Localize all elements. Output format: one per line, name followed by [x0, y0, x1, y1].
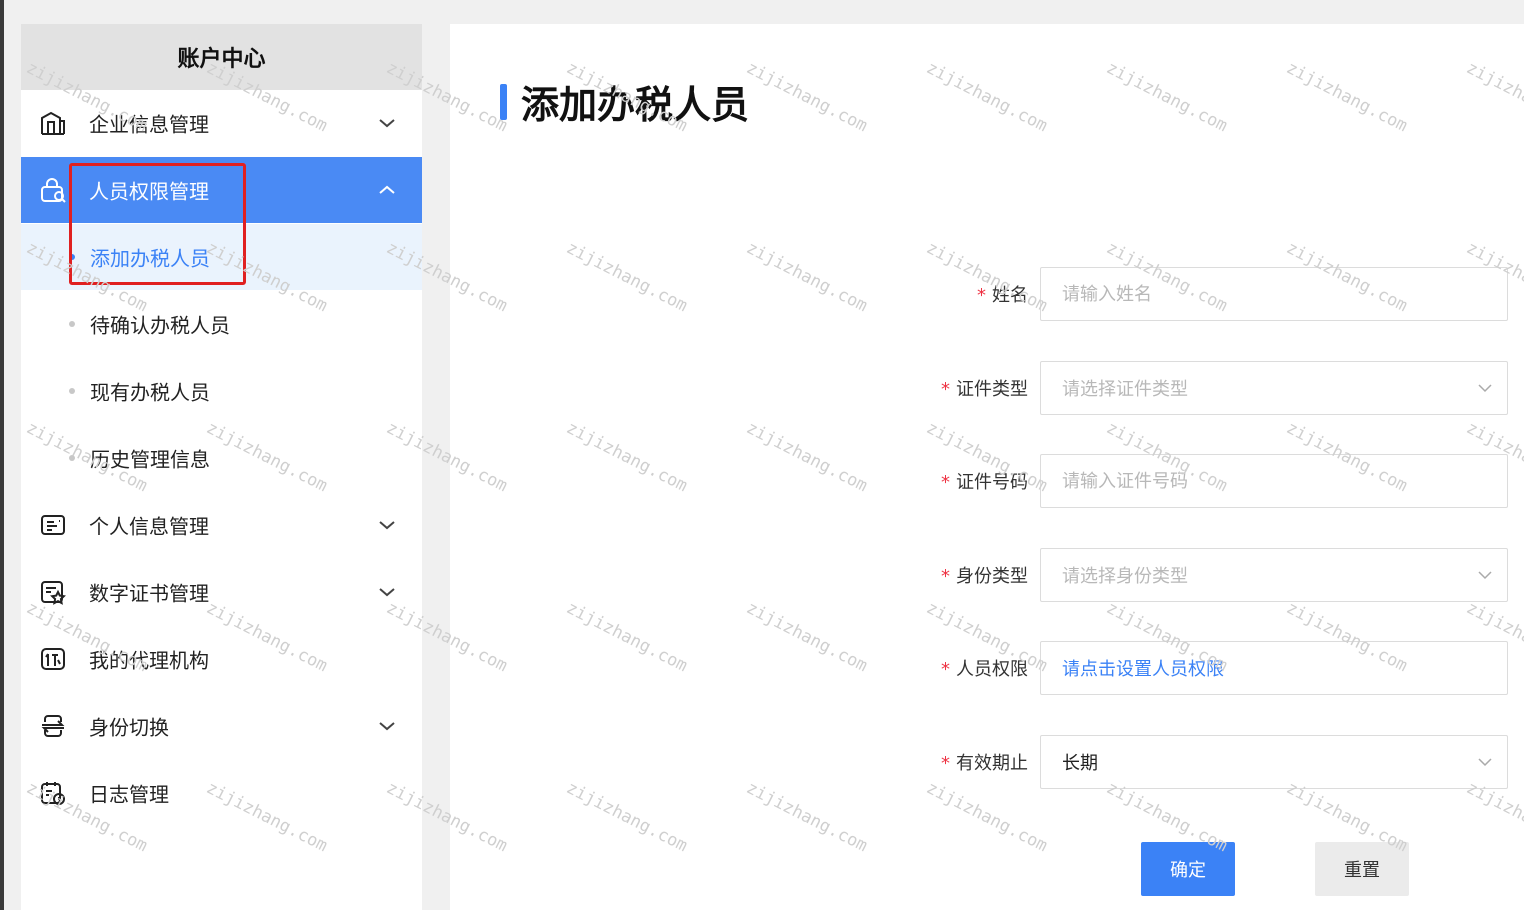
bullet-dot	[69, 455, 75, 461]
menu-item-enterprise-info[interactable]: 企业信息管理	[21, 90, 422, 156]
form-row-name: * 姓名	[450, 267, 1524, 321]
menu-item-log-management[interactable]: 日志管理	[21, 760, 422, 826]
left-window-edge	[0, 0, 4, 910]
select-value: 长期	[1062, 753, 1098, 774]
sidebar-title: 账户中心	[21, 24, 422, 90]
switch-icon	[41, 715, 65, 737]
menu-item-label: 我的代理机构	[89, 648, 209, 673]
menu-item-agency[interactable]: 我的代理机构	[21, 626, 422, 692]
bullet-dot	[69, 254, 75, 260]
permission-field: 请点击设置人员权限	[1040, 641, 1508, 695]
id-type-select[interactable]: 请选择证件类型	[1040, 361, 1508, 415]
submenu-item-add-tax-personnel[interactable]: 添加办税人员	[21, 224, 422, 290]
menu-item-personal-info[interactable]: 个人信息管理	[21, 492, 422, 558]
agency-icon	[41, 648, 65, 670]
identity-type-select[interactable]: 请选择身份类型	[1040, 548, 1508, 602]
chevron-down-icon	[1478, 758, 1492, 767]
submenu-item-label: 现有办税人员	[90, 380, 210, 405]
submenu-item-history[interactable]: 历史管理信息	[21, 425, 422, 491]
form-row-id-type: * 证件类型 请选择证件类型	[450, 361, 1524, 415]
chevron-down-icon[interactable]	[378, 519, 396, 531]
chevron-down-icon	[1478, 571, 1492, 580]
menu-item-personnel-permissions[interactable]: 人员权限管理	[21, 157, 422, 223]
form-row-id-number: * 证件号码	[450, 454, 1524, 508]
select-placeholder: 请选择身份类型	[1062, 566, 1188, 587]
field-label: * 姓名	[977, 285, 1028, 306]
main-panel: 添加办税人员 *姓名 *证件类型 请选择证件类型 *证件号码 *身份类型 请选择…	[450, 24, 1524, 910]
bullet-dot	[69, 388, 75, 394]
bullet-dot	[69, 321, 75, 327]
submenu-item-label: 历史管理信息	[90, 447, 210, 472]
field-label: * 证件号码	[941, 472, 1028, 493]
reset-button[interactable]: 重置	[1315, 842, 1409, 896]
chevron-down-icon[interactable]	[378, 117, 396, 129]
menu-item-label: 企业信息管理	[89, 112, 209, 137]
submenu-item-label: 待确认办税人员	[90, 313, 230, 338]
field-label: * 人员权限	[941, 659, 1028, 680]
form-row-validity: * 有效期止 长期	[450, 735, 1524, 789]
chevron-up-icon[interactable]	[378, 184, 396, 196]
chevron-down-icon	[1478, 384, 1492, 393]
menu-item-label: 身份切换	[89, 715, 169, 740]
validity-select[interactable]: 长期	[1040, 735, 1508, 789]
building-icon	[41, 111, 65, 135]
page-title: 添加办税人员	[521, 83, 750, 127]
certificate-icon	[41, 581, 66, 605]
submenu-item-pending-personnel[interactable]: 待确认办税人员	[21, 291, 422, 357]
field-label: * 证件类型	[941, 379, 1028, 400]
submenu-item-current-personnel[interactable]: 现有办税人员	[21, 358, 422, 424]
menu-item-label: 个人信息管理	[89, 514, 209, 539]
menu-item-label: 人员权限管理	[89, 179, 209, 204]
id-card-icon	[41, 515, 65, 535]
id-number-input[interactable]	[1040, 454, 1508, 508]
sidebar: 账户中心 企业信息管理 人员权限管理 添加办税人员 待确认办税人员 现有办税人员…	[21, 24, 422, 910]
chevron-down-icon[interactable]	[378, 720, 396, 732]
log-icon	[41, 782, 65, 805]
menu-item-label: 数字证书管理	[89, 581, 209, 606]
name-input[interactable]	[1040, 267, 1508, 321]
submenu-item-label: 添加办税人员	[90, 246, 210, 271]
field-label: * 身份类型	[941, 566, 1028, 587]
select-placeholder: 请选择证件类型	[1062, 379, 1188, 400]
field-label: * 有效期止	[941, 753, 1028, 774]
menu-item-identity-switch[interactable]: 身份切换	[21, 693, 422, 759]
form-row-permission: * 人员权限 请点击设置人员权限	[450, 641, 1524, 695]
title-accent-bar	[500, 84, 507, 120]
menu-item-label: 日志管理	[89, 782, 169, 807]
user-lock-icon	[41, 178, 66, 203]
confirm-button[interactable]: 确定	[1141, 842, 1235, 896]
set-permission-link[interactable]: 请点击设置人员权限	[1062, 655, 1224, 681]
menu-item-digital-certificate[interactable]: 数字证书管理	[21, 559, 422, 625]
chevron-down-icon[interactable]	[378, 586, 396, 598]
form-row-identity-type: * 身份类型 请选择身份类型	[450, 548, 1524, 602]
